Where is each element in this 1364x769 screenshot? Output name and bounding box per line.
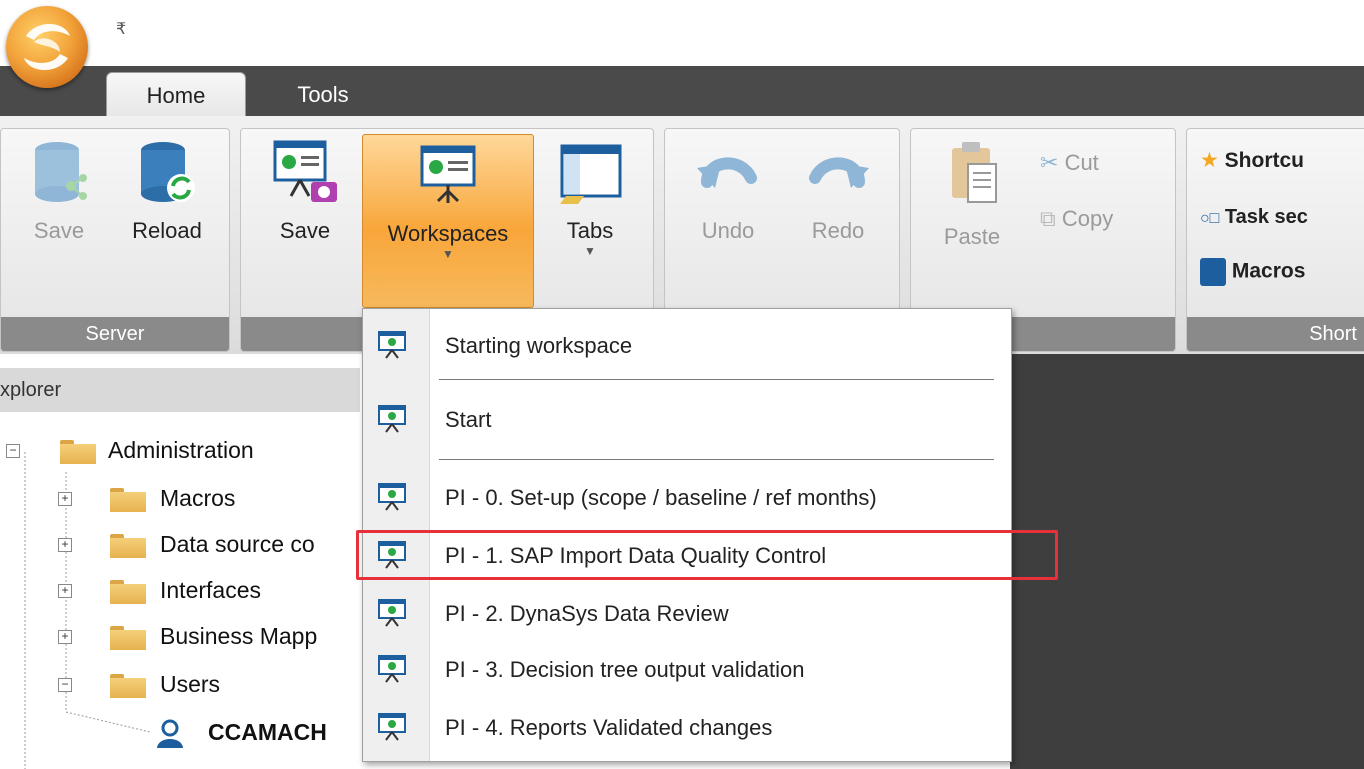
task-sequence-icon: ○□	[1200, 210, 1220, 227]
shortcuts-label: Shortcu	[1224, 149, 1305, 172]
folder-icon	[110, 488, 146, 512]
task-sequence-button[interactable]: ○□ Task sec	[1200, 206, 1308, 229]
macros-label: Macros	[1231, 259, 1306, 283]
copy-button[interactable]: ⧉ Copy	[1040, 206, 1113, 232]
redo-button[interactable]: Redo	[790, 138, 886, 244]
cut-label: Cut	[1064, 150, 1099, 175]
folder-icon	[110, 534, 146, 558]
collapse-icon[interactable]: −	[6, 444, 20, 458]
undo-label: Undo	[701, 218, 755, 243]
expand-icon[interactable]: +	[58, 492, 72, 506]
expand-icon[interactable]: +	[58, 630, 72, 644]
menu-item-pi-2[interactable]: PI - 2. DynaSys Data Review	[363, 591, 1011, 637]
tab-home[interactable]: Home	[106, 72, 246, 119]
workspace-icon	[378, 405, 406, 433]
tree-item-label: Interfaces	[160, 577, 261, 603]
server-save-label: Save	[33, 218, 85, 243]
folder-icon	[110, 580, 146, 604]
menu-item-pi-0[interactable]: PI - 0. Set-up (scope / baseline / ref m…	[363, 475, 1011, 521]
presentation-camera-icon	[273, 140, 337, 202]
undo-button[interactable]: Undo	[680, 138, 776, 244]
tabs-label: Tabs	[566, 218, 614, 243]
menu-item-label: Start	[445, 407, 492, 432]
workspace-area	[1010, 354, 1364, 769]
workspaces-button[interactable]: Workspaces ▼	[362, 134, 534, 308]
workspace-icon	[378, 483, 406, 511]
workspace-icon	[378, 713, 406, 741]
highlight-annotation	[356, 530, 1058, 580]
menu-item-start[interactable]: Start	[363, 397, 1011, 443]
tree-item-label: Administration	[108, 437, 254, 463]
folder-icon	[110, 674, 146, 698]
folder-icon	[60, 440, 96, 464]
redo-label: Redo	[811, 218, 865, 243]
tree-item-label: Business Mapp	[160, 623, 318, 649]
group-label-shortcuts: Short	[1187, 317, 1364, 351]
tabs-button[interactable]: Tabs ▼	[544, 138, 636, 258]
copy-label: Copy	[1061, 206, 1114, 231]
workspace-icon	[378, 331, 406, 359]
reload-label: Reload	[132, 218, 202, 243]
quick-access-toolbar-button[interactable]: ₹	[116, 22, 126, 38]
database-share-icon	[35, 142, 87, 202]
workspace-save-button[interactable]: Save	[262, 138, 348, 244]
explorer-tree: − Administration + Macros + Data source …	[0, 412, 360, 769]
tree-item-label: Users	[160, 671, 221, 697]
workspace-save-label: Save	[279, 218, 331, 243]
undo-icon	[697, 157, 757, 188]
macros-button[interactable]: Macros	[1200, 258, 1305, 286]
app-logo[interactable]	[6, 6, 88, 88]
star-icon: ★	[1200, 149, 1219, 172]
menu-item-label: PI - 0. Set-up (scope / baseline / ref m…	[445, 485, 877, 510]
group-label-server: Server	[1, 317, 229, 351]
expand-icon[interactable]: +	[58, 538, 72, 552]
title-bar	[0, 0, 1364, 66]
menu-item-label: PI - 3. Decision tree output validation	[445, 657, 805, 682]
workspaces-dropdown-arrow-icon: ▼	[442, 247, 454, 261]
menu-item-label: PI - 2. DynaSys Data Review	[445, 601, 729, 626]
menu-separator	[439, 379, 994, 380]
menu-item-pi-4[interactable]: PI - 4. Reports Validated changes	[363, 705, 1011, 751]
menu-separator	[439, 459, 994, 460]
presentation-board-icon	[420, 145, 476, 203]
task-sequence-label: Task sec	[1224, 206, 1308, 228]
workspaces-label: Workspaces	[387, 221, 509, 246]
explorer-header: xplorer	[0, 368, 360, 412]
shortcuts-button[interactable]: ★ Shortcu	[1200, 148, 1304, 173]
server-save-button[interactable]: Save	[14, 138, 104, 244]
menu-item-label: PI - 4. Reports Validated changes	[445, 715, 773, 740]
scissors-icon: ✂	[1040, 150, 1059, 175]
paste-label: Paste	[943, 224, 1001, 249]
database-reload-icon	[141, 142, 195, 202]
tree-item-label: Data source co	[160, 531, 315, 557]
reload-button[interactable]: Reload	[112, 138, 222, 244]
macros-scroll-icon	[1200, 258, 1226, 286]
menu-item-pi-3[interactable]: PI - 3. Decision tree output validation	[363, 647, 1011, 693]
workspace-icon	[378, 599, 406, 627]
tree-item-label: Macros	[160, 485, 236, 511]
folder-icon	[110, 626, 146, 650]
workspace-icon	[378, 655, 406, 683]
paste-clipboard-icon	[952, 142, 997, 203]
menu-item-starting-workspace[interactable]: Starting workspace	[363, 323, 1011, 369]
cut-button[interactable]: ✂ Cut	[1040, 150, 1099, 176]
tree-item-label: CCAMACH	[208, 719, 327, 745]
tabs-window-icon	[560, 144, 622, 204]
collapse-icon[interactable]: −	[58, 678, 72, 692]
copy-icon: ⧉	[1040, 206, 1056, 231]
menu-item-label: Starting workspace	[445, 333, 633, 358]
user-icon	[154, 718, 186, 750]
expand-icon[interactable]: +	[58, 584, 72, 598]
tabs-dropdown-arrow-icon: ▼	[584, 244, 596, 258]
redo-icon	[809, 157, 869, 188]
paste-button[interactable]: Paste	[924, 138, 1020, 250]
tab-tools[interactable]: Tools	[268, 72, 378, 118]
